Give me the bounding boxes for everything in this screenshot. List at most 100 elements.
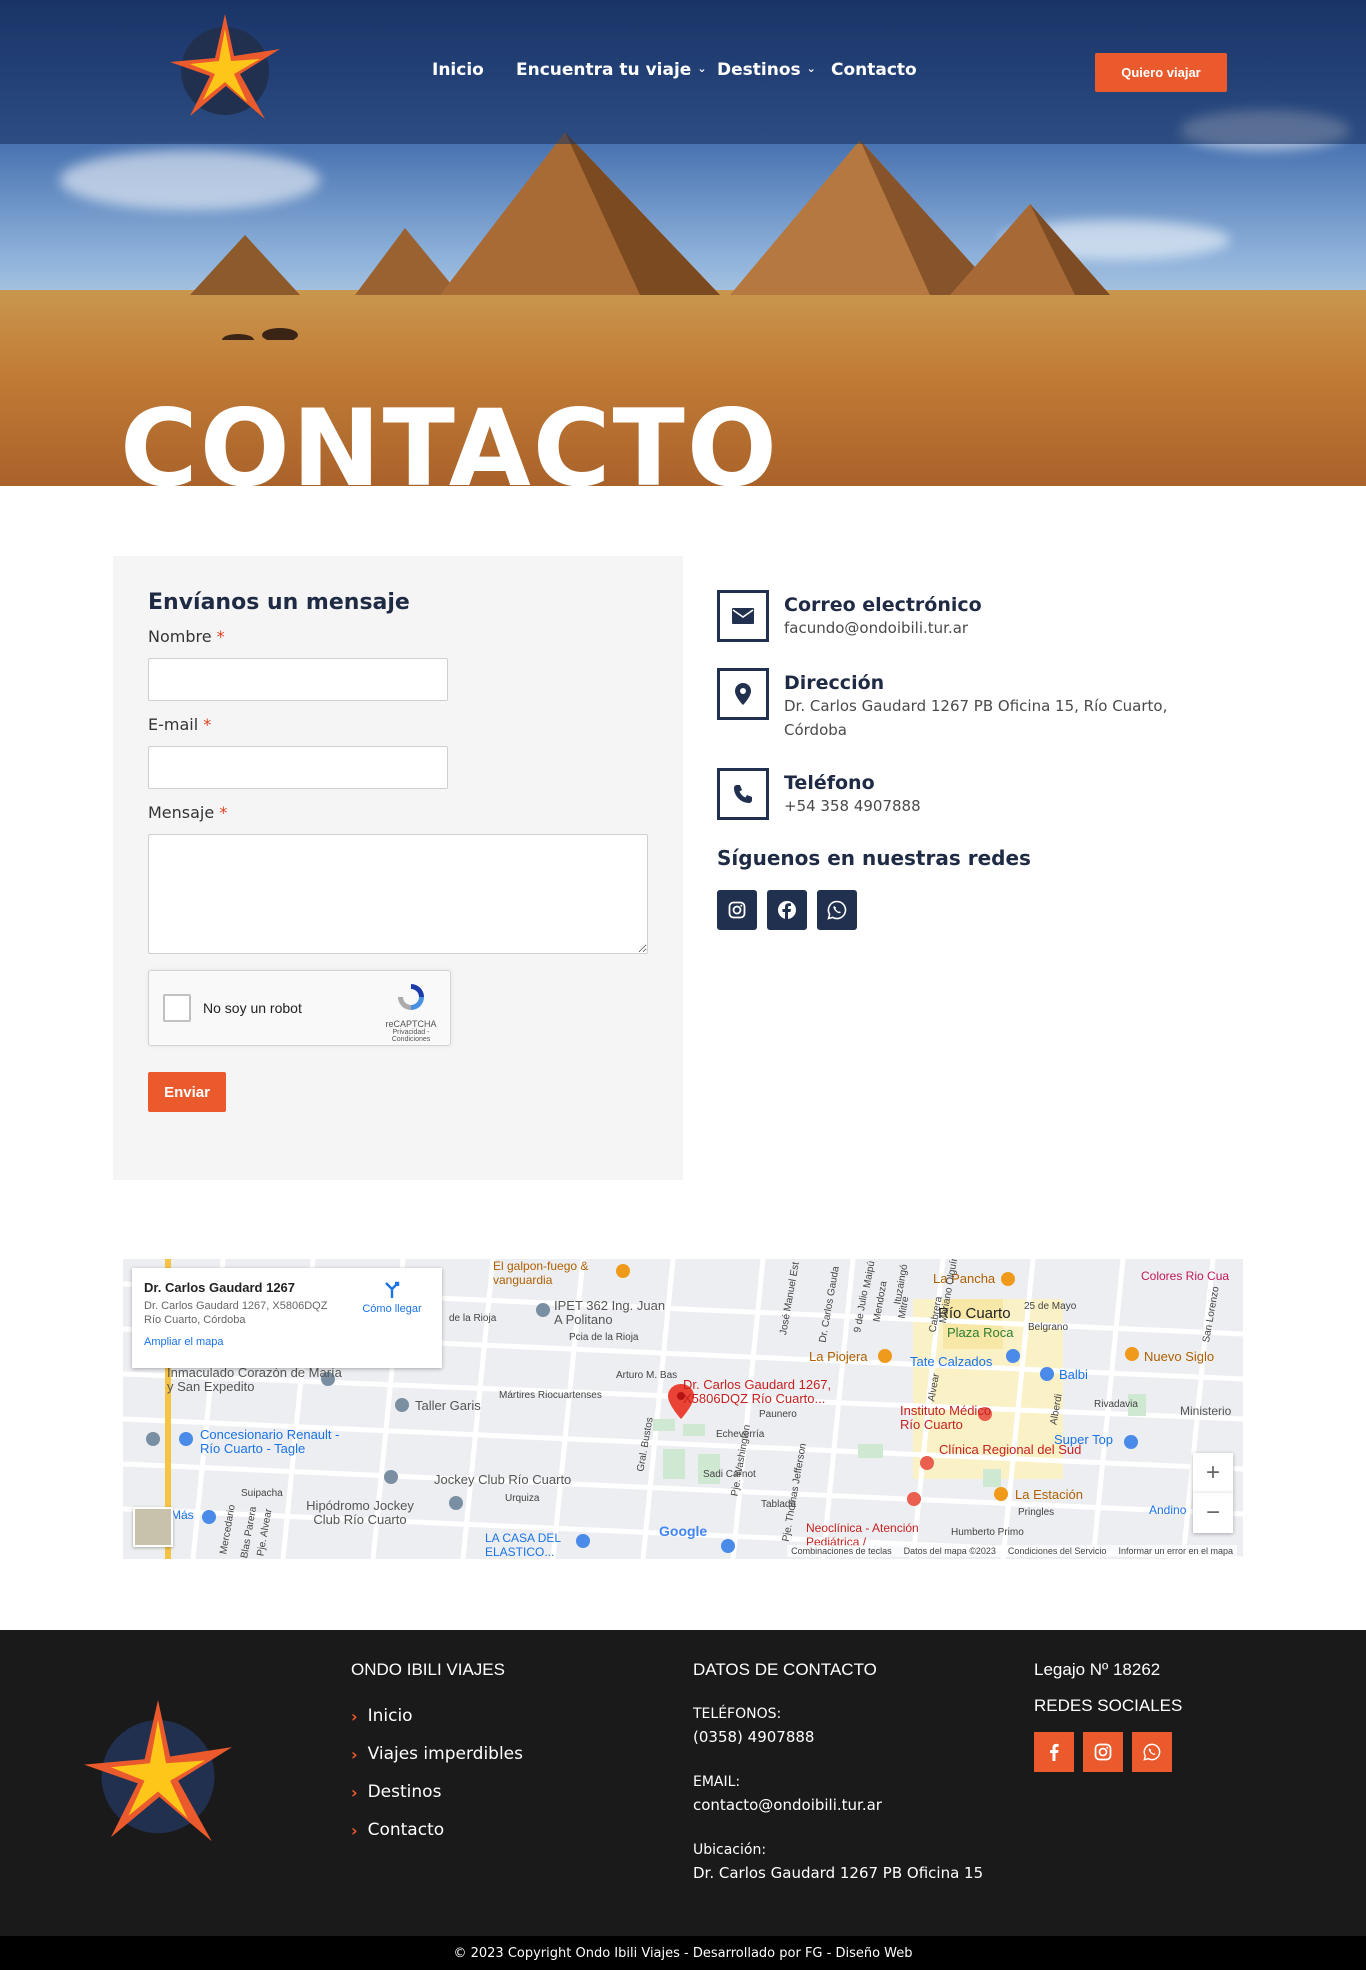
email-title: Correo electrónico <box>784 594 982 616</box>
map-place: Concesionario Renault - Río Cuarto - Tag… <box>200 1427 340 1456</box>
recaptcha-logo: reCAPTCHA Privacidad - Condiciones <box>382 981 440 1043</box>
hero-banner: Inicio Encuentra tu viaje ⌄ Destinos ⌄ Con… <box>0 0 1366 486</box>
name-field[interactable] <box>148 658 448 701</box>
footer-link-inicio[interactable]: › Inicio <box>351 1706 523 1726</box>
map-street: 25 de Mayo <box>1024 1301 1077 1312</box>
map-footer-report[interactable]: Informar un error en el mapa <box>1118 1546 1233 1556</box>
satellite-toggle[interactable] <box>133 1507 173 1547</box>
logo-compass-icon[interactable] <box>170 14 280 124</box>
zoom-in-button[interactable]: + <box>1193 1453 1233 1493</box>
map-street: Sadi Carnot <box>703 1469 756 1480</box>
nav-encuentra-label: Encuentra tu viaje <box>516 60 692 80</box>
map-place: Colores Rio Cua <box>1141 1269 1230 1283</box>
map-place: Instituto Médico Río Cuarto <box>900 1403 992 1432</box>
map-place: Jockey Club Río Cuarto <box>434 1472 572 1487</box>
recaptcha-brand: reCAPTCHA <box>385 1019 437 1029</box>
map-place: La Estación <box>1015 1487 1083 1502</box>
name-label-text: Nombre <box>148 627 212 646</box>
recaptcha-widget: No soy un robot reCAPTCHA Privacidad - C… <box>148 970 451 1046</box>
map-place: La Piojera <box>809 1349 868 1364</box>
map-footer-data: Datos del mapa ©2023 <box>903 1546 996 1556</box>
facebook-icon[interactable] <box>1034 1732 1074 1772</box>
email-field[interactable] <box>148 746 448 789</box>
map-place: Más <box>171 1508 194 1522</box>
map-pin-label: Dr. Carlos Gaudard 1267, X5806DQZ Río Cua… <box>683 1378 831 1406</box>
map-place: Balbi <box>1059 1367 1088 1382</box>
footer-contact-heading: DATOS DE CONTACTO <box>693 1660 877 1679</box>
footer-email-value[interactable]: contacto@ondoibili.tur.ar <box>693 1796 983 1814</box>
map-info-card: Dr. Carlos Gaudard 1267 Dr. Carlos Gauda… <box>132 1268 442 1368</box>
address-title: Dirección <box>784 672 885 694</box>
map-place: IPET 362 Ing. Juan A Politano <box>554 1298 666 1327</box>
map-place: El galpon-fuego & vanguardia <box>493 1259 589 1287</box>
map-place: Andino <box>1149 1503 1187 1517</box>
map-street: Belgrano <box>1028 1322 1069 1333</box>
chevron-down-icon: ⌄ <box>697 61 707 75</box>
map-place: Plaza Roca <box>947 1325 1014 1340</box>
footer-social: Legajo Nº 18262 REDES SOCIALES <box>1034 1660 1182 1772</box>
map-place: LA CASA DEL ELASTICO... <box>485 1531 561 1559</box>
footer-link-destinos[interactable]: › Destinos <box>351 1782 523 1802</box>
directions-icon <box>385 1281 400 1298</box>
nav-contacto-label: Contacto <box>831 60 917 80</box>
info-address: Dirección Dr. Carlos Gaudard 1267 PB Ofi… <box>717 668 1257 742</box>
map-footer-shortcuts[interactable]: Combinaciones de teclas <box>791 1546 892 1556</box>
whatsapp-icon[interactable] <box>817 890 857 930</box>
map-place: Ministerio <box>1180 1404 1232 1418</box>
message-field[interactable] <box>148 834 648 954</box>
chevron-right-icon: › <box>351 1820 358 1840</box>
nav-contacto[interactable]: Contacto <box>831 60 917 80</box>
message-label-text: Mensaje <box>148 803 215 822</box>
footer-link-label: Viajes imperdibles <box>367 1744 524 1764</box>
info-email: Correo electrónico facundo@ondoibili.tur… <box>717 590 1257 642</box>
map-card-address-line2: Río Cuarto, Córdoba <box>144 1314 246 1326</box>
email-value[interactable]: facundo@ondoibili.tur.ar <box>784 616 982 640</box>
envelope-icon <box>717 590 769 642</box>
nav-destinos[interactable]: Destinos ⌄ <box>717 60 816 80</box>
facebook-icon[interactable] <box>767 890 807 930</box>
chevron-down-icon: ⌄ <box>806 61 816 75</box>
map-street: Mártires Riocuartenses <box>499 1390 602 1401</box>
nav-encuentra-tu-viaje[interactable]: Encuentra tu viaje ⌄ <box>516 60 707 80</box>
phone-value[interactable]: +54 358 4907888 <box>784 794 921 818</box>
map-footer: Combinaciones de teclas Datos del mapa ©… <box>787 1545 1237 1557</box>
name-label: Nombre * <box>148 627 648 646</box>
directions-label: Cómo llegar <box>362 1303 422 1315</box>
site-footer: ONDO IBILI VIAJES › Inicio › Viajes imperd… <box>0 1630 1366 1936</box>
recaptcha-checkbox[interactable] <box>163 994 191 1022</box>
footer-nav: ONDO IBILI VIAJES › Inicio › Viajes imperd… <box>351 1660 523 1858</box>
map-street: Paunero <box>759 1409 797 1420</box>
whatsapp-icon[interactable] <box>1132 1732 1172 1772</box>
nav-inicio[interactable]: Inicio <box>432 60 484 80</box>
map-street: de la Rioja <box>449 1313 497 1324</box>
ampliar-mapa-link[interactable]: Ampliar el mapa <box>144 1336 430 1348</box>
instagram-icon[interactable] <box>1083 1732 1123 1772</box>
map-pin-icon <box>717 668 769 720</box>
map-footer-terms[interactable]: Condiciones del Servicio <box>1008 1546 1107 1556</box>
footer-link-contacto[interactable]: › Contacto <box>351 1820 523 1840</box>
footer-contact: DATOS DE CONTACTO TELÉFONOS: (0358) 4907… <box>693 1660 983 1910</box>
pyramids-illustration <box>190 132 1110 340</box>
footer-link-viajes[interactable]: › Viajes imperdibles <box>351 1744 523 1764</box>
zoom-out-button[interactable]: − <box>1193 1493 1233 1533</box>
chevron-right-icon: › <box>351 1706 358 1726</box>
map-card-address-line1: Dr. Carlos Gaudard 1267, X5806DQZ <box>144 1300 328 1312</box>
address-value: Dr. Carlos Gaudard 1267 PB Oficina 15, R… <box>784 697 1168 739</box>
directions-button[interactable]: Cómo llegar <box>357 1280 427 1315</box>
email-label: E-mail * <box>148 715 648 734</box>
map-place: Super Top <box>1054 1432 1114 1447</box>
page-title: CONTACTO <box>120 387 779 487</box>
chevron-right-icon: › <box>351 1744 358 1764</box>
instagram-icon[interactable] <box>717 890 757 930</box>
recaptcha-links[interactable]: Privacidad - Condiciones <box>382 1029 440 1043</box>
google-map[interactable]: Dr. Carlos Gaudard 1267, X5806DQZ Río Cua… <box>123 1259 1243 1559</box>
footer-email-label: EMAIL: <box>693 1774 741 1790</box>
quiero-viajar-button[interactable]: Quiero viajar <box>1095 53 1227 92</box>
required-mark: * <box>216 627 225 646</box>
footer-phones-value[interactable]: (0358) 4907888 <box>693 1728 983 1746</box>
footer-social-links <box>1034 1732 1182 1772</box>
map-place: Tate Calzados <box>910 1354 993 1369</box>
footer-link-label: Inicio <box>367 1706 413 1726</box>
footer-phones-label: TELÉFONOS: <box>693 1706 782 1722</box>
submit-button[interactable]: Enviar <box>148 1072 226 1112</box>
